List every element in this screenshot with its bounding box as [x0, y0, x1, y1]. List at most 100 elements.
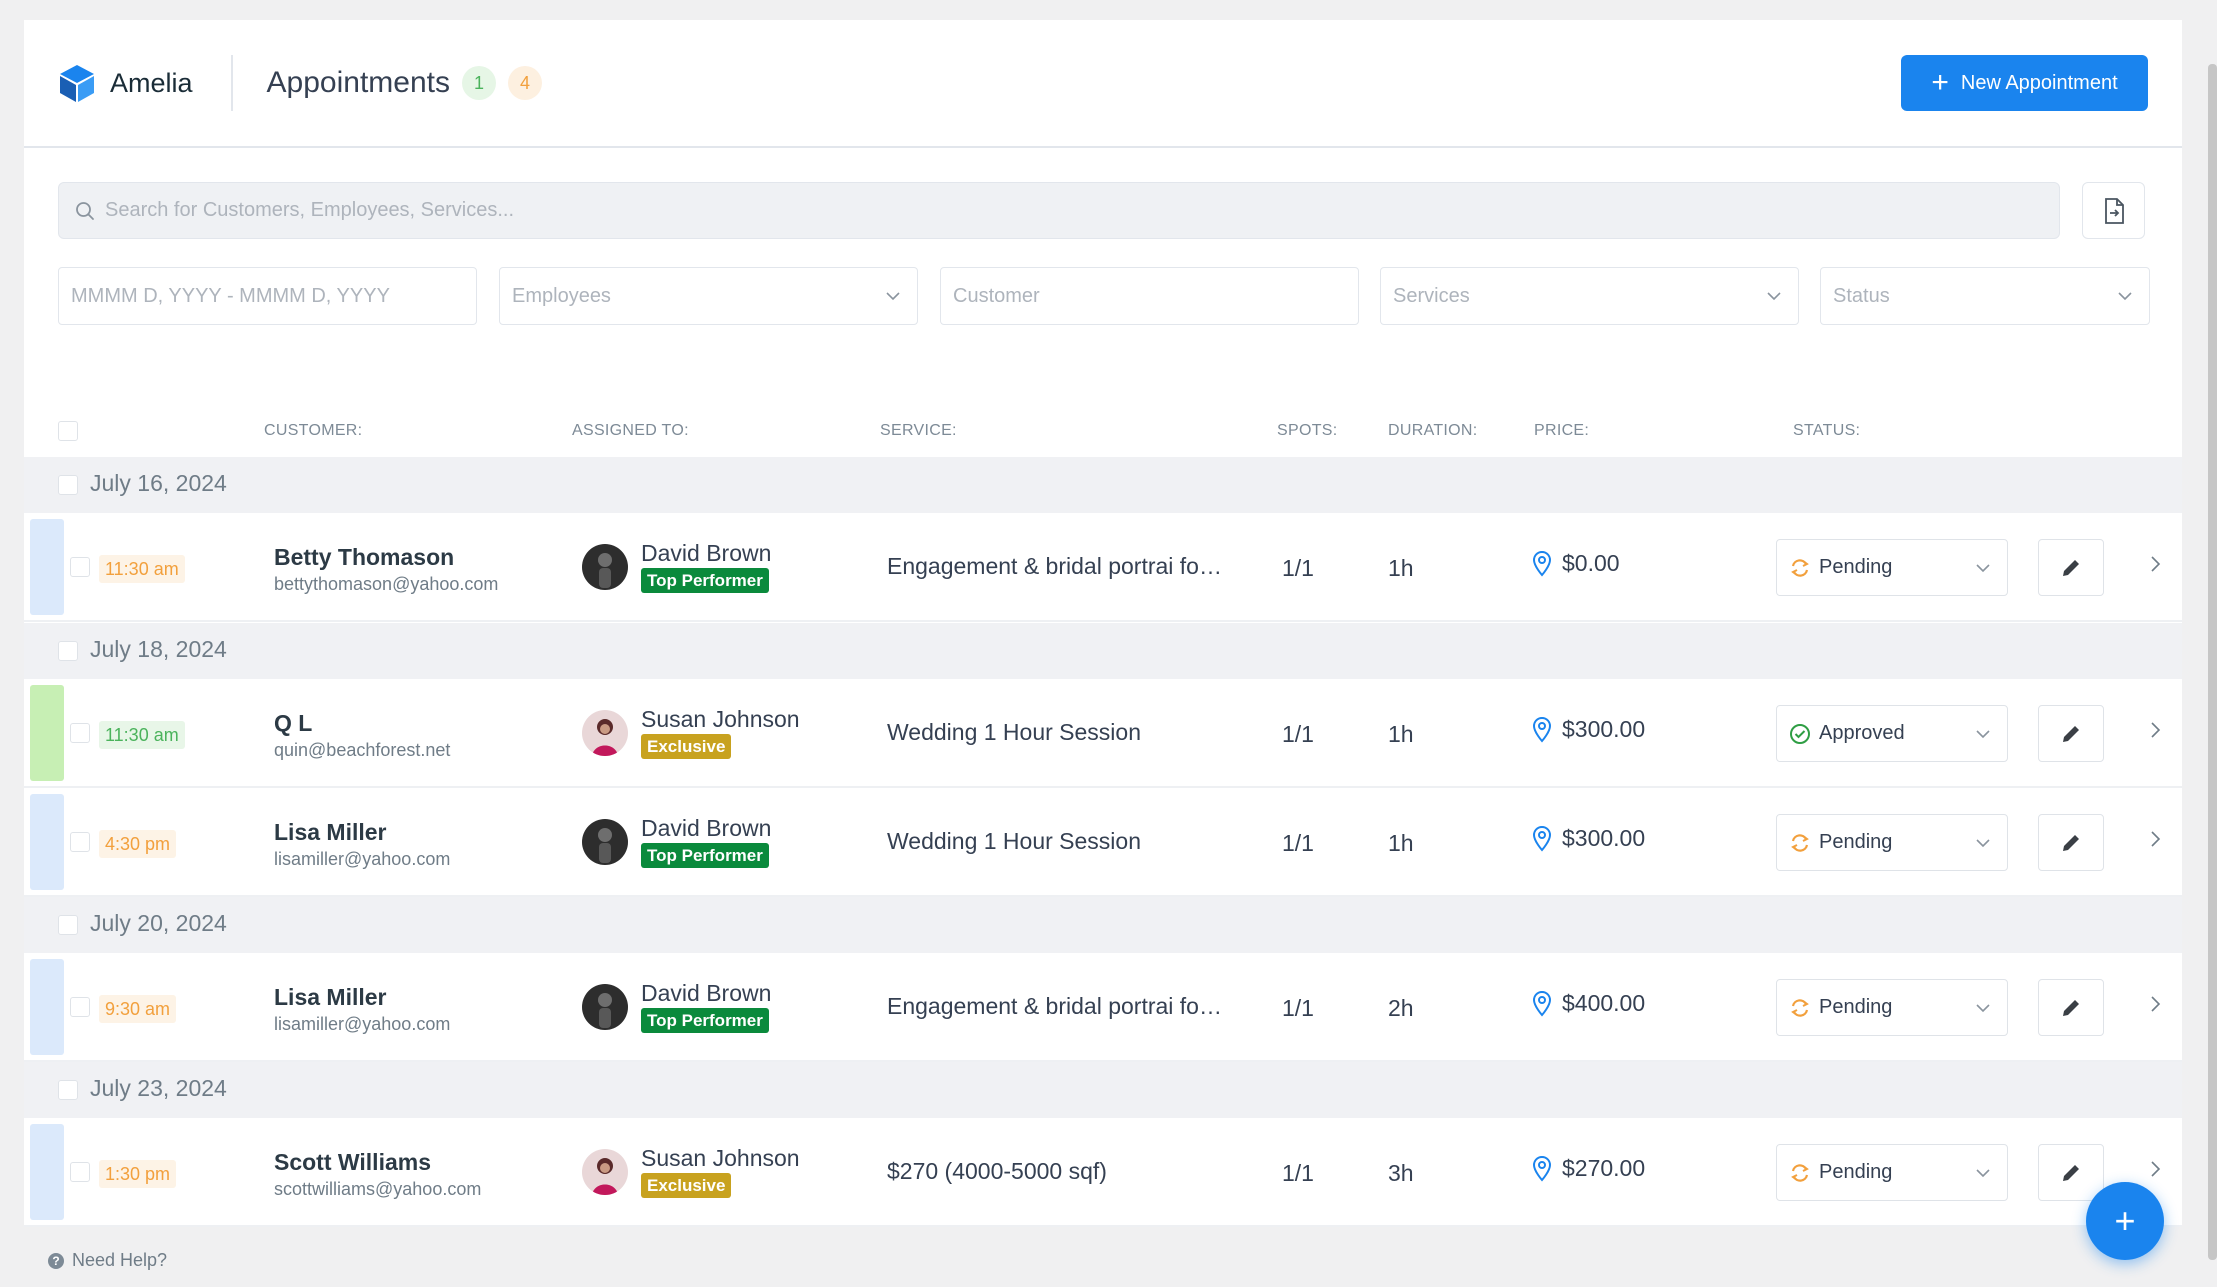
price-cell: $270.00 [1532, 1155, 1645, 1182]
date-group-checkbox[interactable] [58, 641, 78, 661]
customer-email: lisamiller@yahoo.com [274, 1014, 451, 1034]
edit-button[interactable] [2038, 539, 2104, 596]
status-label: Pending [1819, 1161, 1893, 1183]
date-group-label: July 23, 2024 [90, 1075, 227, 1101]
status-dropdown[interactable]: Pending [1776, 539, 2008, 596]
chevron-down-icon [2118, 292, 2132, 301]
status-dropdown[interactable]: Pending [1776, 979, 2008, 1036]
chevron-down-icon [1976, 1169, 1990, 1178]
chevron-right-icon[interactable] [2148, 719, 2164, 741]
location-pin-icon [1532, 716, 1552, 743]
edit-button[interactable] [2038, 1144, 2104, 1201]
spots-value: 1/1 [1282, 721, 1314, 747]
date-range-filter[interactable]: MMMM D, YYYY - MMMM D, YYYY [58, 267, 477, 325]
column-assigned: ASSIGNED TO: [572, 422, 689, 439]
customer-email: bettythomason@yahoo.com [274, 574, 499, 594]
employee-avatar [582, 984, 628, 1030]
page-scrollbar[interactable] [2208, 64, 2217, 1260]
price-value: $300.00 [1562, 716, 1646, 742]
customer-filter[interactable]: Customer [940, 267, 1359, 325]
price-value: $270.00 [1562, 1155, 1646, 1181]
logo: Amelia [58, 63, 193, 103]
appointment-row[interactable]: 11:30 am Q L quin@beachforest.net Susan … [24, 679, 2182, 788]
chevron-down-icon [1767, 292, 1781, 301]
appointment-row[interactable]: 1:30 pm Scott Williams scottwilliams@yah… [24, 1118, 2182, 1227]
status-color-bar [30, 685, 64, 781]
search-bar[interactable] [58, 182, 2060, 239]
pencil-icon [2063, 999, 2079, 1016]
customer-name: Lisa Miller [274, 819, 387, 845]
service-name: $270 (4000-5000 sqf) [887, 1158, 1107, 1184]
date-group-checkbox[interactable] [58, 1080, 78, 1100]
column-status: STATUS: [1793, 422, 1861, 439]
appointment-checkbox[interactable] [70, 997, 90, 1017]
appointment-row[interactable]: 11:30 am Betty Thomason bettythomason@ya… [24, 513, 2182, 622]
logo-text: Amelia [110, 67, 193, 98]
customer-email: quin@beachforest.net [274, 740, 451, 760]
appointment-checkbox[interactable] [70, 557, 90, 577]
chevron-right-icon[interactable] [2148, 1158, 2164, 1180]
appointment-checkbox[interactable] [70, 723, 90, 743]
edit-button[interactable] [2038, 705, 2104, 762]
price-cell: $300.00 [1532, 716, 1645, 743]
status-dropdown[interactable]: Pending [1776, 814, 2008, 871]
chevron-down-icon [1976, 839, 1990, 848]
appointment-checkbox[interactable] [70, 832, 90, 852]
status-dropdown[interactable]: Pending [1776, 1144, 2008, 1201]
need-help-label: Need Help? [72, 1250, 168, 1270]
column-price: PRICE: [1534, 422, 1590, 439]
new-appointment-button[interactable]: + New Appointment [1901, 55, 2148, 111]
edit-button[interactable] [2038, 814, 2104, 871]
header-divider [230, 55, 233, 111]
chevron-down-icon [1976, 1004, 1990, 1013]
need-help-link[interactable]: ? Need Help? [48, 1250, 167, 1271]
edit-button[interactable] [2038, 979, 2104, 1036]
pencil-icon [2063, 725, 2079, 742]
status-label: Pending [1819, 996, 1893, 1018]
date-group-row: July 18, 2024 [24, 623, 2182, 679]
employee-name: David Brown [641, 815, 772, 841]
export-button[interactable] [2082, 182, 2145, 239]
appointment-checkbox[interactable] [70, 1162, 90, 1182]
employee-name: David Brown [641, 540, 772, 566]
approved-count-badge: 1 [461, 66, 496, 100]
status-color-bar [30, 519, 64, 615]
export-file-icon [2104, 197, 2124, 224]
location-pin-icon [1532, 550, 1552, 577]
employees-filter[interactable]: Employees [499, 267, 918, 325]
column-spots: SPOTS: [1277, 422, 1338, 439]
spots-value: 1/1 [1282, 555, 1314, 581]
date-group-row: July 23, 2024 [24, 1062, 2182, 1118]
pencil-icon [2063, 834, 2079, 851]
customer-placeholder: Customer [953, 284, 1040, 307]
pencil-icon [2063, 559, 2079, 576]
status-color-bar [30, 794, 64, 890]
status-dropdown[interactable]: Approved [1776, 705, 2008, 762]
chevron-right-icon[interactable] [2148, 553, 2164, 575]
search-input[interactable] [105, 199, 2005, 222]
price-value: $400.00 [1562, 990, 1646, 1016]
appointment-time: 11:30 am [99, 555, 185, 583]
service-name: Engagement & bridal portrai for… [887, 993, 1227, 1019]
appointment-row[interactable]: 9:30 am Lisa Miller lisamiller@yahoo.com… [24, 953, 2182, 1062]
customer-name: Q L [274, 710, 313, 736]
chevron-right-icon[interactable] [2148, 993, 2164, 1015]
duration-value: 3h [1388, 1160, 1414, 1186]
floating-add-button[interactable]: + [2086, 1182, 2164, 1260]
date-group-row: July 20, 2024 [24, 897, 2182, 953]
date-group-label: July 16, 2024 [90, 470, 227, 496]
date-group-checkbox[interactable] [58, 475, 78, 495]
appointment-row[interactable]: 4:30 pm Lisa Miller lisamiller@yahoo.com… [24, 788, 2182, 897]
services-filter[interactable]: Services [1380, 267, 1799, 325]
select-all-checkbox[interactable] [58, 421, 78, 441]
location-pin-icon [1532, 825, 1552, 852]
chevron-right-icon[interactable] [2148, 828, 2164, 850]
date-range-placeholder: MMMM D, YYYY - MMMM D, YYYY [71, 284, 390, 307]
status-placeholder: Status [1833, 284, 1890, 307]
pending-sync-icon [1791, 998, 1809, 1017]
date-group-checkbox[interactable] [58, 915, 78, 935]
customer-email: scottwilliams@yahoo.com [274, 1179, 482, 1199]
appointment-time: 4:30 pm [99, 830, 177, 858]
status-filter[interactable]: Status [1820, 267, 2150, 325]
status-color-bar [30, 1124, 64, 1220]
